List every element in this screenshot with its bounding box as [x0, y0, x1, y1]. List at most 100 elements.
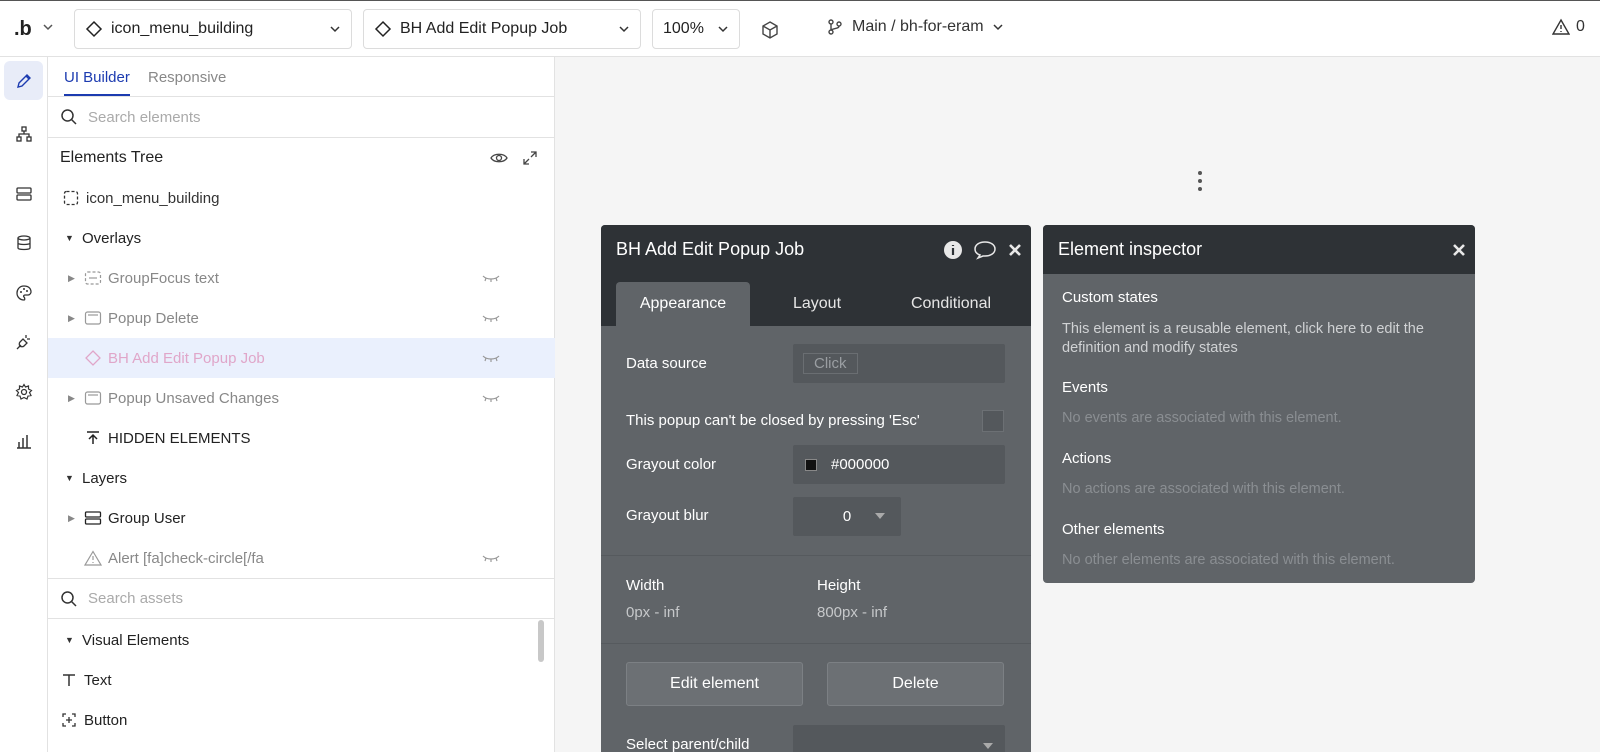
cube-icon[interactable]: [760, 20, 780, 40]
info-icon[interactable]: [943, 240, 963, 260]
elements-tree-header: Elements Tree: [48, 138, 555, 178]
eye-closed-icon[interactable]: [482, 393, 500, 403]
tree-item-bh-add-edit-popup-job[interactable]: BH Add Edit Popup Job: [48, 338, 555, 378]
close-icon[interactable]: [1451, 242, 1467, 258]
search-elements-input[interactable]: [88, 108, 488, 126]
edit-element-button[interactable]: Edit element: [626, 662, 803, 706]
rail-database-button[interactable]: [4, 223, 43, 262]
element-search: [48, 97, 555, 138]
custom-states-text[interactable]: This element is a reusable element, clic…: [1062, 320, 1462, 358]
tree-item-popup-delete[interactable]: ▶ Popup Delete: [48, 298, 555, 338]
tab-appearance[interactable]: Appearance: [616, 282, 750, 326]
elements-panel: UI Builder Responsive Elements Tree icon…: [48, 57, 555, 752]
color-swatch[interactable]: [805, 458, 817, 471]
search-assets-input[interactable]: [88, 590, 488, 607]
tree-item-label: Alert [fa]check-circle[/fa: [108, 549, 264, 567]
tree-item-group-user[interactable]: ▶ Group User: [48, 498, 555, 538]
issues-count: 0: [1576, 18, 1585, 35]
tree-section-overlays[interactable]: ▼ Overlays: [48, 218, 555, 258]
caret-right-icon[interactable]: ▶: [68, 513, 75, 524]
rail-data-button[interactable]: [4, 174, 43, 213]
tree-section-layers[interactable]: ▼ Layers: [48, 458, 555, 498]
grayout-blur-select[interactable]: 0: [793, 497, 901, 536]
zoom-selector[interactable]: 100%: [652, 9, 740, 49]
caret-down-icon[interactable]: ▼: [65, 473, 74, 483]
chevron-down-icon: [619, 26, 629, 33]
diamond-icon: [84, 349, 102, 367]
element-selector[interactable]: BH Add Edit Popup Job: [363, 9, 641, 49]
eye-icon[interactable]: [490, 149, 508, 167]
divider: [601, 643, 1031, 644]
rail-styles-button[interactable]: [4, 273, 43, 312]
expand-icon[interactable]: [522, 150, 538, 166]
property-editor-title: BH Add Edit Popup Job: [616, 239, 805, 259]
workflow-icon: [15, 125, 32, 142]
issues-indicator[interactable]: 0: [1552, 18, 1585, 36]
caret-right-icon[interactable]: ▶: [68, 273, 75, 284]
tab-ui-builder[interactable]: UI Builder: [64, 69, 130, 96]
asset-item-button[interactable]: Button: [48, 700, 555, 740]
eye-closed-icon[interactable]: [482, 353, 500, 363]
element-inspector-header: Element inspector: [1043, 225, 1475, 274]
rail-design-button[interactable]: [4, 61, 43, 100]
arrow-up-bar-icon: [84, 429, 102, 447]
rail-settings-button[interactable]: [4, 372, 43, 411]
server-icon: [15, 186, 32, 201]
grayout-color-field[interactable]: #000000: [793, 445, 1005, 484]
other-elements-text: No other elements are associated with th…: [1062, 552, 1395, 568]
asset-item-text[interactable]: Text: [48, 660, 555, 700]
tree-item-label: GroupFocus text: [108, 269, 219, 287]
esc-checkbox[interactable]: [982, 410, 1004, 432]
comment-icon[interactable]: [973, 240, 997, 260]
rail-logs-button[interactable]: [4, 421, 43, 460]
tree-item-label: Popup Unsaved Changes: [108, 389, 279, 407]
eye-closed-icon[interactable]: [482, 553, 500, 563]
rail-workflow-button[interactable]: [4, 114, 43, 153]
data-source-field[interactable]: Click: [793, 344, 1005, 383]
branch-label: Main / bh-for-eram: [852, 18, 984, 35]
grayout-color-label: Grayout color: [626, 456, 717, 473]
data-source-click-button[interactable]: Click: [803, 353, 858, 374]
grayout-blur-value: 0: [842, 508, 852, 525]
rail-plugins-button[interactable]: [4, 322, 43, 361]
width-label: Width: [626, 577, 665, 594]
app-logo[interactable]: .b: [14, 18, 32, 41]
caret-down-icon[interactable]: ▼: [65, 635, 74, 645]
select-parent-dropdown[interactable]: [793, 725, 1005, 752]
tab-layout[interactable]: Layout: [750, 282, 884, 326]
pencil-icon: [16, 73, 31, 88]
esc-label: This popup can't be closed by pressing '…: [626, 412, 920, 429]
tree-item-groupfocus[interactable]: ▶ GroupFocus text: [48, 258, 555, 298]
assets-section-visual-elements[interactable]: ▼ Visual Elements: [48, 620, 555, 660]
eye-closed-icon[interactable]: [482, 313, 500, 323]
tree-item-hidden-elements[interactable]: HIDDEN ELEMENTS: [48, 418, 555, 458]
warning-icon: [84, 549, 102, 567]
property-editor-tabs: Appearance Layout Conditional: [601, 274, 1031, 326]
bar-chart-icon: [16, 434, 31, 449]
assets-scrollbar[interactable]: [538, 620, 544, 662]
asset-item-label: Button: [84, 711, 128, 729]
branch-selector[interactable]: Main / bh-for-eram: [826, 18, 1004, 36]
tab-conditional[interactable]: Conditional: [884, 282, 1018, 326]
caret-right-icon[interactable]: ▶: [68, 393, 75, 404]
tree-item-popup-unsaved[interactable]: ▶ Popup Unsaved Changes: [48, 378, 555, 418]
popup-icon: [84, 309, 102, 327]
eye-closed-icon[interactable]: [482, 273, 500, 283]
caret-right-icon[interactable]: ▶: [68, 313, 75, 324]
close-icon[interactable]: [1007, 242, 1023, 258]
grayout-blur-label: Grayout blur: [626, 507, 709, 524]
height-value: 800px - inf: [817, 604, 888, 621]
warning-icon: [1552, 18, 1570, 35]
chevron-down-icon: [993, 24, 1003, 31]
tree-item-label: Group User: [108, 509, 186, 527]
data-source-label: Data source: [626, 355, 707, 372]
tree-item-root[interactable]: icon_menu_building: [48, 178, 555, 218]
page-selector[interactable]: icon_menu_building: [74, 9, 352, 49]
text-icon: [60, 671, 78, 689]
delete-button[interactable]: Delete: [827, 662, 1004, 706]
tab-responsive[interactable]: Responsive: [148, 69, 226, 94]
tree-item-alert[interactable]: Alert [fa]check-circle[/fa: [48, 538, 555, 578]
more-vertical-icon[interactable]: [1197, 170, 1203, 192]
chevron-down-icon[interactable]: [42, 21, 54, 33]
caret-down-icon[interactable]: ▼: [65, 233, 74, 243]
